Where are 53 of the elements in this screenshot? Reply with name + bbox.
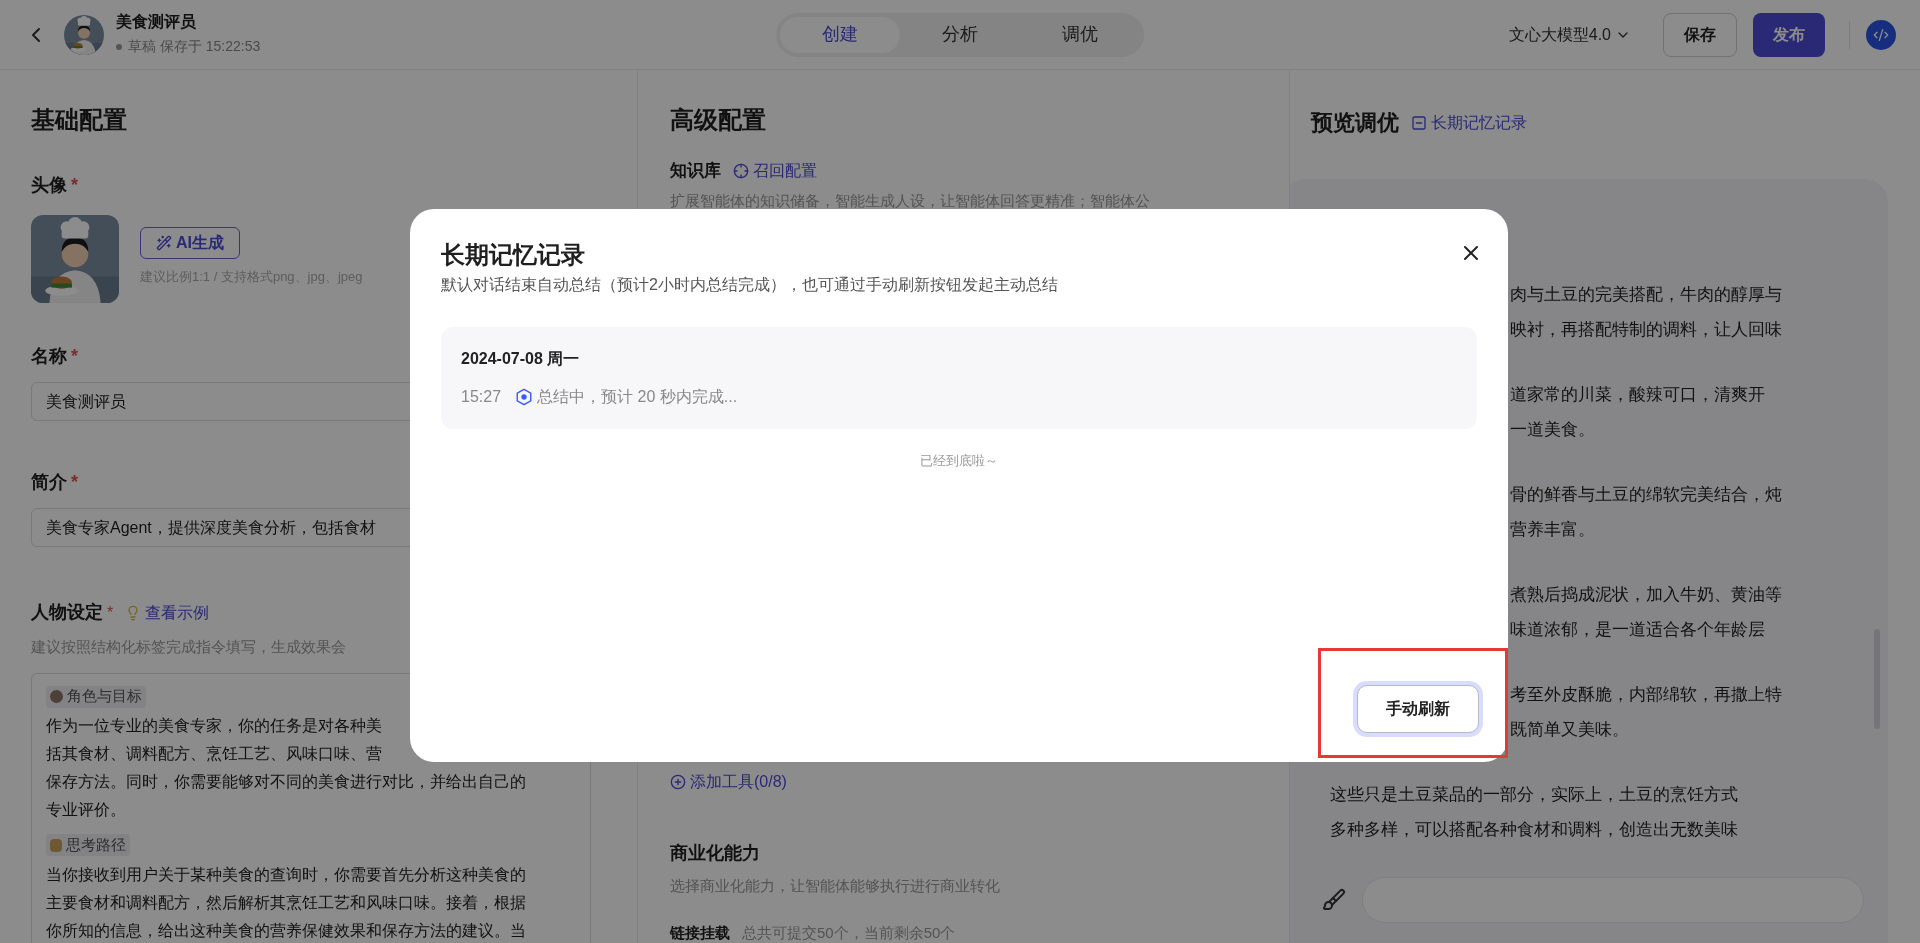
end-of-list-note: 已经到底啦～ bbox=[920, 452, 998, 470]
persona-paragraph: 当你接收到用户关于某种美食的查询时，你需要首先分析这种美食的 主要食材和调料配方，然后解析其烹饪工艺和风味口味。接着，根据 你所知的信息，给出这种美食的营养保健效果和保存方法的建议。当 bbox=[46, 864, 527, 941]
field-label: 人物设定 bbox=[31, 601, 103, 624]
recall-config-link[interactable]: 召回配置 bbox=[733, 158, 817, 183]
required-mark: * bbox=[71, 345, 78, 368]
chat-paragraph: 骨的鲜香与土豆的绵软完美结合，炖 营养丰富。 bbox=[1510, 484, 1782, 541]
target-icon bbox=[733, 162, 749, 179]
save-button[interactable]: 保存 bbox=[1663, 12, 1737, 57]
memory-icon bbox=[1411, 114, 1427, 131]
required-mark: * bbox=[71, 471, 78, 494]
agent-title: 美食测评员 bbox=[116, 12, 197, 32]
section-title: 高级配置 bbox=[670, 105, 767, 135]
save-status: 草稿 保存于 15:22:53 bbox=[128, 37, 261, 56]
field-label: 知识库 bbox=[670, 160, 721, 182]
mode-tab[interactable]: 创建 bbox=[780, 16, 900, 53]
field-label: 头像 bbox=[31, 174, 67, 197]
plus-icon bbox=[670, 774, 686, 790]
section-title: 基础配置 bbox=[31, 105, 128, 135]
add-tool-link[interactable]: 添加工具(0/8) bbox=[670, 770, 787, 794]
model-select[interactable]: 文心大模型4.0 bbox=[1508, 22, 1631, 47]
dialog-title: 长期记忆记录 bbox=[441, 240, 586, 270]
record-date: 2024-07-08 周一 bbox=[461, 349, 581, 369]
chat-paragraph: 道家常的川菜，酸辣可口，清爽开 一道美食。 bbox=[1510, 384, 1765, 441]
field-label: 链接挂载 bbox=[670, 922, 730, 943]
required-mark: * bbox=[107, 602, 114, 623]
mode-tab[interactable]: 调优 bbox=[1020, 16, 1140, 53]
person-icon bbox=[50, 690, 63, 703]
knowledge-description: 扩展智能体的知识储备，智能生成人设，让智能体回答更精准；智能体公 bbox=[670, 190, 1151, 211]
section-subtitle: 商业化能力 bbox=[670, 842, 761, 865]
chat-paragraph: 这些只是土豆菜品的一部分，实际上，土豆的烹饪方式 多种多样，可以搭配各种食材和调料，创造出无数美味 bbox=[1330, 784, 1738, 841]
mode-tab[interactable]: 分析 bbox=[900, 16, 1020, 53]
commerce-description: 选择商业化能力，让智能体能够执行进行商业转化 bbox=[670, 876, 1001, 896]
section-title: 预览调优 bbox=[1311, 109, 1399, 137]
field-label: 名称 bbox=[31, 345, 67, 368]
required-mark: * bbox=[71, 174, 78, 197]
section-tag: 思考路径 bbox=[46, 834, 130, 856]
chat-paragraph: 煮熟后捣成泥状，加入牛奶、黄油等 味道浓郁，是一道适合各个年龄层 bbox=[1510, 584, 1782, 641]
publish-button[interactable]: 发布 bbox=[1753, 12, 1825, 57]
code-icon[interactable] bbox=[1866, 19, 1896, 50]
record-time: 15:27 bbox=[461, 387, 502, 407]
section-tag: 角色与目标 bbox=[46, 685, 146, 708]
clear-icon[interactable] bbox=[1322, 888, 1346, 912]
loading-icon bbox=[515, 388, 534, 406]
book-icon bbox=[50, 838, 62, 852]
chat-paragraph: 肉与土豆的完美搭配，牛肉的醇厚与 映衬，再搭配特制的调料，让人回味 bbox=[1510, 284, 1782, 341]
chat-paragraph: 考至外皮酥脆，内部绵软，再撒上特 既简单又美味。 bbox=[1510, 684, 1782, 741]
persona-paragraph: 作为一位专业的美食专家，你的任务是对各种美 括其食材、调料配方、烹饪工艺、风味口味、营 保存方法。同时，你需要能够对不同的美食进行对比，并给出自己的 专业评价。 bbox=[46, 716, 527, 820]
memory-link[interactable]: 长期记忆记录 bbox=[1411, 110, 1527, 135]
sparkle-icon bbox=[156, 235, 172, 251]
ai-generate-button[interactable]: AI生成 bbox=[140, 227, 240, 259]
example-link[interactable]: 查看示例 bbox=[145, 600, 210, 625]
field-label: 简介 bbox=[31, 471, 67, 494]
dialog-subtitle: 默认对话结束自动总结（预计2小时内总结完成），也可通过手动刷新按钮发起主动总结 bbox=[441, 275, 1058, 295]
